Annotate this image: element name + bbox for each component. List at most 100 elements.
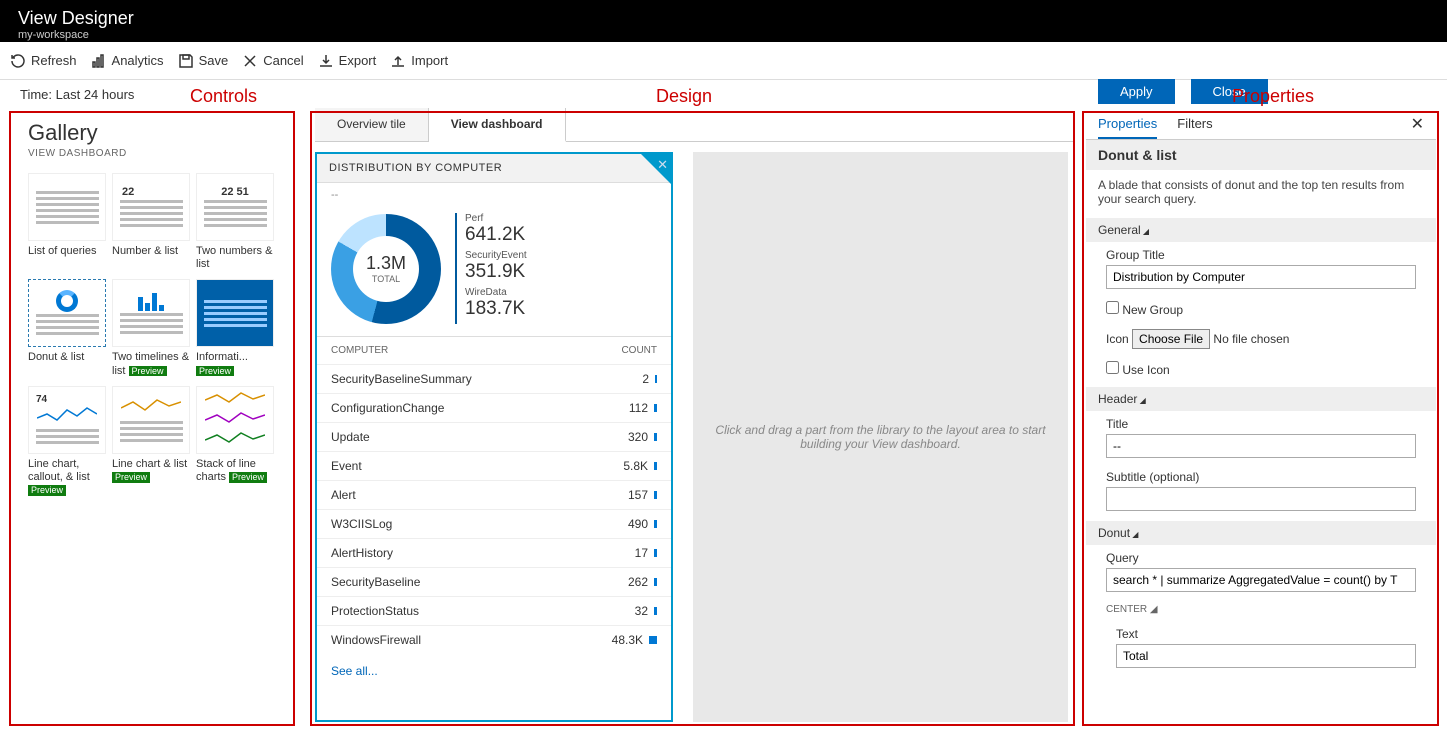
gallery-item-label: Line chart & list Preview bbox=[112, 458, 190, 484]
row-count: 262 bbox=[628, 575, 648, 589]
label-use-icon: Use Icon bbox=[1122, 363, 1169, 377]
gallery-item[interactable]: Two timelines & list Preview bbox=[112, 279, 190, 377]
cancel-icon bbox=[242, 53, 258, 69]
col-count: COUNT bbox=[621, 345, 657, 356]
table-row[interactable]: W3CIISLog490 bbox=[317, 509, 671, 538]
refresh-button[interactable]: Refresh bbox=[10, 53, 77, 69]
close-properties-icon[interactable]: ✕ bbox=[1411, 114, 1424, 134]
label-center-text: Text bbox=[1116, 627, 1416, 641]
gallery-item-label: Donut & list bbox=[28, 351, 106, 364]
tab-filters[interactable]: Filters bbox=[1177, 116, 1212, 139]
gallery-item-label: Two timelines & list Preview bbox=[112, 351, 190, 377]
cancel-button[interactable]: Cancel bbox=[242, 53, 303, 69]
input-header-subtitle[interactable] bbox=[1106, 487, 1416, 511]
legend-value: 351.9K bbox=[465, 261, 527, 283]
gallery-item[interactable]: Donut & list bbox=[28, 279, 106, 377]
label-new-group: New Group bbox=[1122, 303, 1183, 317]
table-row[interactable]: ConfigurationChange112 bbox=[317, 393, 671, 422]
gallery-panel: Gallery VIEW DASHBOARD List of queries 2… bbox=[14, 108, 294, 507]
save-button[interactable]: Save bbox=[178, 53, 229, 69]
no-file-text: No file chosen bbox=[1213, 332, 1289, 346]
checkbox-new-group[interactable] bbox=[1106, 301, 1119, 314]
col-computer: COMPUTER bbox=[331, 345, 388, 356]
gallery-item[interactable]: 22Number & list bbox=[112, 173, 190, 271]
export-button[interactable]: Export bbox=[318, 53, 377, 69]
table-row[interactable]: SecurityBaselineSummary2 bbox=[317, 364, 671, 393]
input-group-title[interactable] bbox=[1106, 265, 1416, 289]
gallery-title: Gallery bbox=[28, 120, 284, 146]
gallery-grid: List of queries 22Number & list 22 51Two… bbox=[28, 173, 284, 497]
gallery-item[interactable]: Informati... Preview bbox=[196, 279, 274, 377]
row-count: 490 bbox=[628, 517, 648, 531]
table-row[interactable]: WindowsFirewall48.3K bbox=[317, 625, 671, 654]
tile-corner: ✕ bbox=[641, 154, 671, 184]
row-name: SecurityBaselineSummary bbox=[331, 372, 472, 386]
close-icon[interactable]: ✕ bbox=[657, 157, 668, 173]
row-count: 112 bbox=[629, 401, 648, 415]
see-all-link[interactable]: See all... bbox=[317, 654, 671, 688]
gallery-item-label: Two numbers & list bbox=[196, 245, 274, 271]
gallery-item[interactable]: List of queries bbox=[28, 173, 106, 271]
gallery-item[interactable]: 22 51Two numbers & list bbox=[196, 173, 274, 271]
refresh-icon bbox=[10, 53, 26, 69]
import-button[interactable]: Import bbox=[390, 53, 448, 69]
table-row[interactable]: ProtectionStatus32 bbox=[317, 596, 671, 625]
import-icon bbox=[390, 53, 406, 69]
donut-center-value: 1.3M bbox=[366, 253, 406, 274]
app-title: View Designer bbox=[18, 8, 1429, 29]
time-range-label[interactable]: Time: Last 24 hours bbox=[20, 87, 134, 102]
table-row[interactable]: SecurityBaseline262 bbox=[317, 567, 671, 596]
row-count: 17 bbox=[635, 546, 648, 560]
drop-hint: Click and drag a part from the library t… bbox=[713, 423, 1048, 451]
legend-name: Perf bbox=[465, 213, 527, 224]
section-general[interactable]: General bbox=[1086, 218, 1436, 242]
table-row[interactable]: Event5.8K bbox=[317, 451, 671, 480]
tab-properties[interactable]: Properties bbox=[1098, 116, 1157, 139]
row-count: 157 bbox=[628, 488, 648, 502]
legend-name: WireData bbox=[465, 287, 527, 298]
properties-panel: Properties Filters ✕ Donut & list A blad… bbox=[1086, 108, 1436, 695]
workspace-name: my-workspace bbox=[18, 29, 1429, 41]
row-count: 320 bbox=[628, 430, 648, 444]
apply-button[interactable]: Apply bbox=[1098, 79, 1175, 104]
tile-title: DISTRIBUTION BY COMPUTER bbox=[329, 162, 502, 174]
close-button[interactable]: Close bbox=[1191, 79, 1268, 104]
props-desc: A blade that consists of donut and the t… bbox=[1086, 170, 1436, 214]
label-icon: Icon bbox=[1106, 332, 1129, 346]
gallery-item[interactable]: Line chart & list Preview bbox=[112, 386, 190, 498]
label-group-title: Group Title bbox=[1106, 248, 1416, 262]
legend-value: 641.2K bbox=[465, 224, 527, 246]
legend-name: SecurityEvent bbox=[465, 250, 527, 261]
row-name: Event bbox=[331, 459, 362, 473]
table-row[interactable]: AlertHistory 17 bbox=[317, 538, 671, 567]
analytics-button[interactable]: Analytics bbox=[91, 53, 164, 69]
gallery-subtitle: VIEW DASHBOARD bbox=[28, 148, 284, 159]
choose-file-button[interactable]: Choose File bbox=[1132, 329, 1210, 349]
table-row[interactable]: Alert157 bbox=[317, 480, 671, 509]
gallery-item[interactable]: 74Line chart, callout, & list Preview bbox=[28, 386, 106, 498]
gallery-item-label: Number & list bbox=[112, 245, 190, 258]
row-name: AlertHistory bbox=[331, 546, 393, 560]
gallery-item[interactable]: Stack of line charts Preview bbox=[196, 386, 274, 498]
gallery-item-label: Informati... Preview bbox=[196, 351, 274, 377]
input-header-title[interactable] bbox=[1106, 434, 1416, 458]
tab-view-dashboard[interactable]: View dashboard bbox=[429, 108, 566, 142]
donut-chart: 1.3M TOTAL bbox=[331, 214, 441, 324]
gallery-item-label: List of queries bbox=[28, 245, 106, 258]
input-query[interactable] bbox=[1106, 568, 1416, 592]
export-icon bbox=[318, 53, 334, 69]
gallery-item-label: Stack of line charts Preview bbox=[196, 458, 274, 484]
donut-legend: Perf641.2K SecurityEvent351.9K WireData183… bbox=[455, 213, 527, 324]
section-donut[interactable]: Donut bbox=[1086, 521, 1436, 545]
section-center[interactable]: CENTER bbox=[1106, 604, 1147, 615]
checkbox-use-icon[interactable] bbox=[1106, 361, 1119, 374]
section-header[interactable]: Header bbox=[1086, 387, 1436, 411]
tab-overview-tile[interactable]: Overview tile bbox=[315, 108, 429, 141]
layout-drop-area[interactable]: Click and drag a part from the library t… bbox=[693, 152, 1068, 722]
legend-value: 183.7K bbox=[465, 298, 527, 320]
label-query: Query bbox=[1106, 551, 1416, 565]
table-row[interactable]: Update320 bbox=[317, 422, 671, 451]
donut-tile[interactable]: ✕ DISTRIBUTION BY COMPUTER -- 1.3M TOTAL… bbox=[315, 152, 673, 722]
input-center-text[interactable] bbox=[1116, 644, 1416, 668]
gallery-item-label: Line chart, callout, & list Preview bbox=[28, 458, 106, 498]
